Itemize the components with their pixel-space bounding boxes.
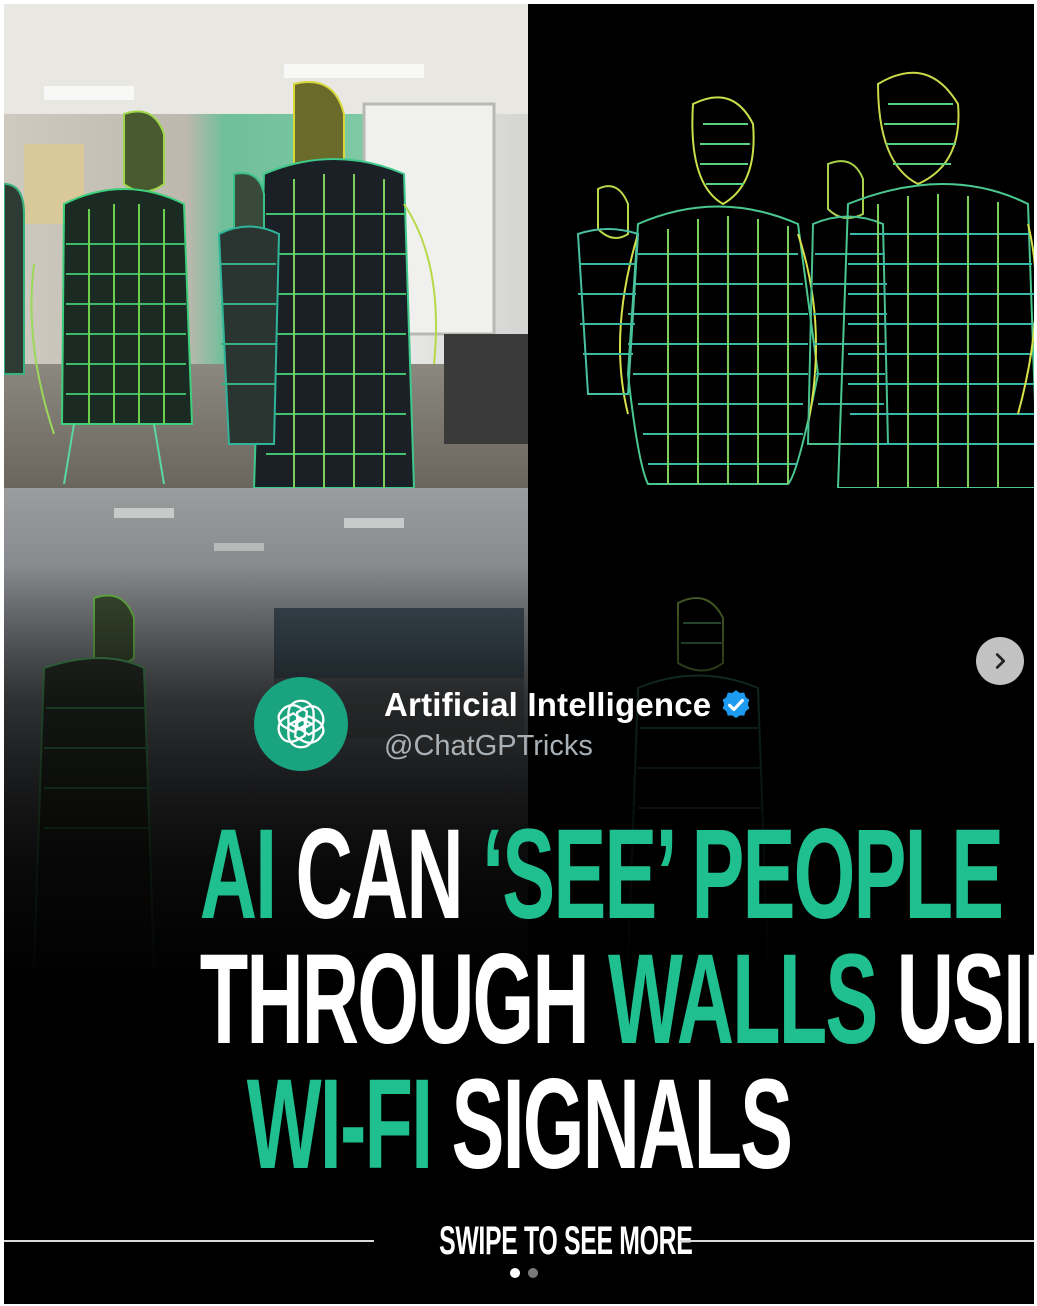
- headline-line-1: AI CAN ‘SEE’ PEOPLE: [200, 811, 1004, 939]
- profile-name: Artificial Intelligence: [384, 685, 712, 723]
- swipe-label: SWIPE TO SEE MORE: [439, 1219, 693, 1263]
- headline-line-2: THROUGH WALLS USING: [200, 936, 1034, 1064]
- headline-word: USING: [896, 928, 1034, 1071]
- headline-word: WALLS: [608, 928, 878, 1071]
- verified-badge-icon: [723, 689, 750, 718]
- profile-text: Artificial Intelligence @ChatGPTricks: [384, 686, 753, 763]
- headline-word: WI-FI: [246, 1053, 433, 1196]
- author-profile: Artificial Intelligence @ChatGPTricks: [254, 674, 753, 774]
- headline-line-3: WI-FI SIGNALS: [200, 1061, 839, 1189]
- headline-word: CAN: [275, 803, 483, 946]
- wireframe-mesh-figures: [528, 4, 1034, 488]
- openai-logo-icon: [277, 699, 325, 749]
- headline-word: ‘SEE’ PEOPLE: [482, 803, 1004, 946]
- photo-office-dense-pose: [4, 4, 528, 488]
- profile-name-row: Artificial Intelligence: [384, 686, 753, 724]
- carousel-dot[interactable]: [528, 1268, 538, 1278]
- headline-word: SIGNALS: [431, 1053, 794, 1196]
- avatar: [254, 677, 348, 771]
- chevron-right-icon: [995, 653, 1006, 669]
- swipe-hint: SWIPE TO SEE MORE: [4, 1219, 1034, 1263]
- profile-handle: @ChatGPTricks: [384, 729, 593, 762]
- next-slide-button[interactable]: [976, 637, 1024, 685]
- divider: [4, 1240, 374, 1242]
- headline-word: THROUGH: [199, 928, 609, 1071]
- headline-word: AI: [199, 803, 278, 946]
- headline: AI CAN ‘SEE’ PEOPLE THROUGH WALLS USING …: [200, 811, 1034, 1189]
- carousel-dots: [510, 1268, 538, 1278]
- post-card: Artificial Intelligence @ChatGPTricks AI…: [4, 4, 1034, 1304]
- divider: [680, 1240, 1034, 1242]
- carousel-dot-active[interactable]: [510, 1268, 520, 1278]
